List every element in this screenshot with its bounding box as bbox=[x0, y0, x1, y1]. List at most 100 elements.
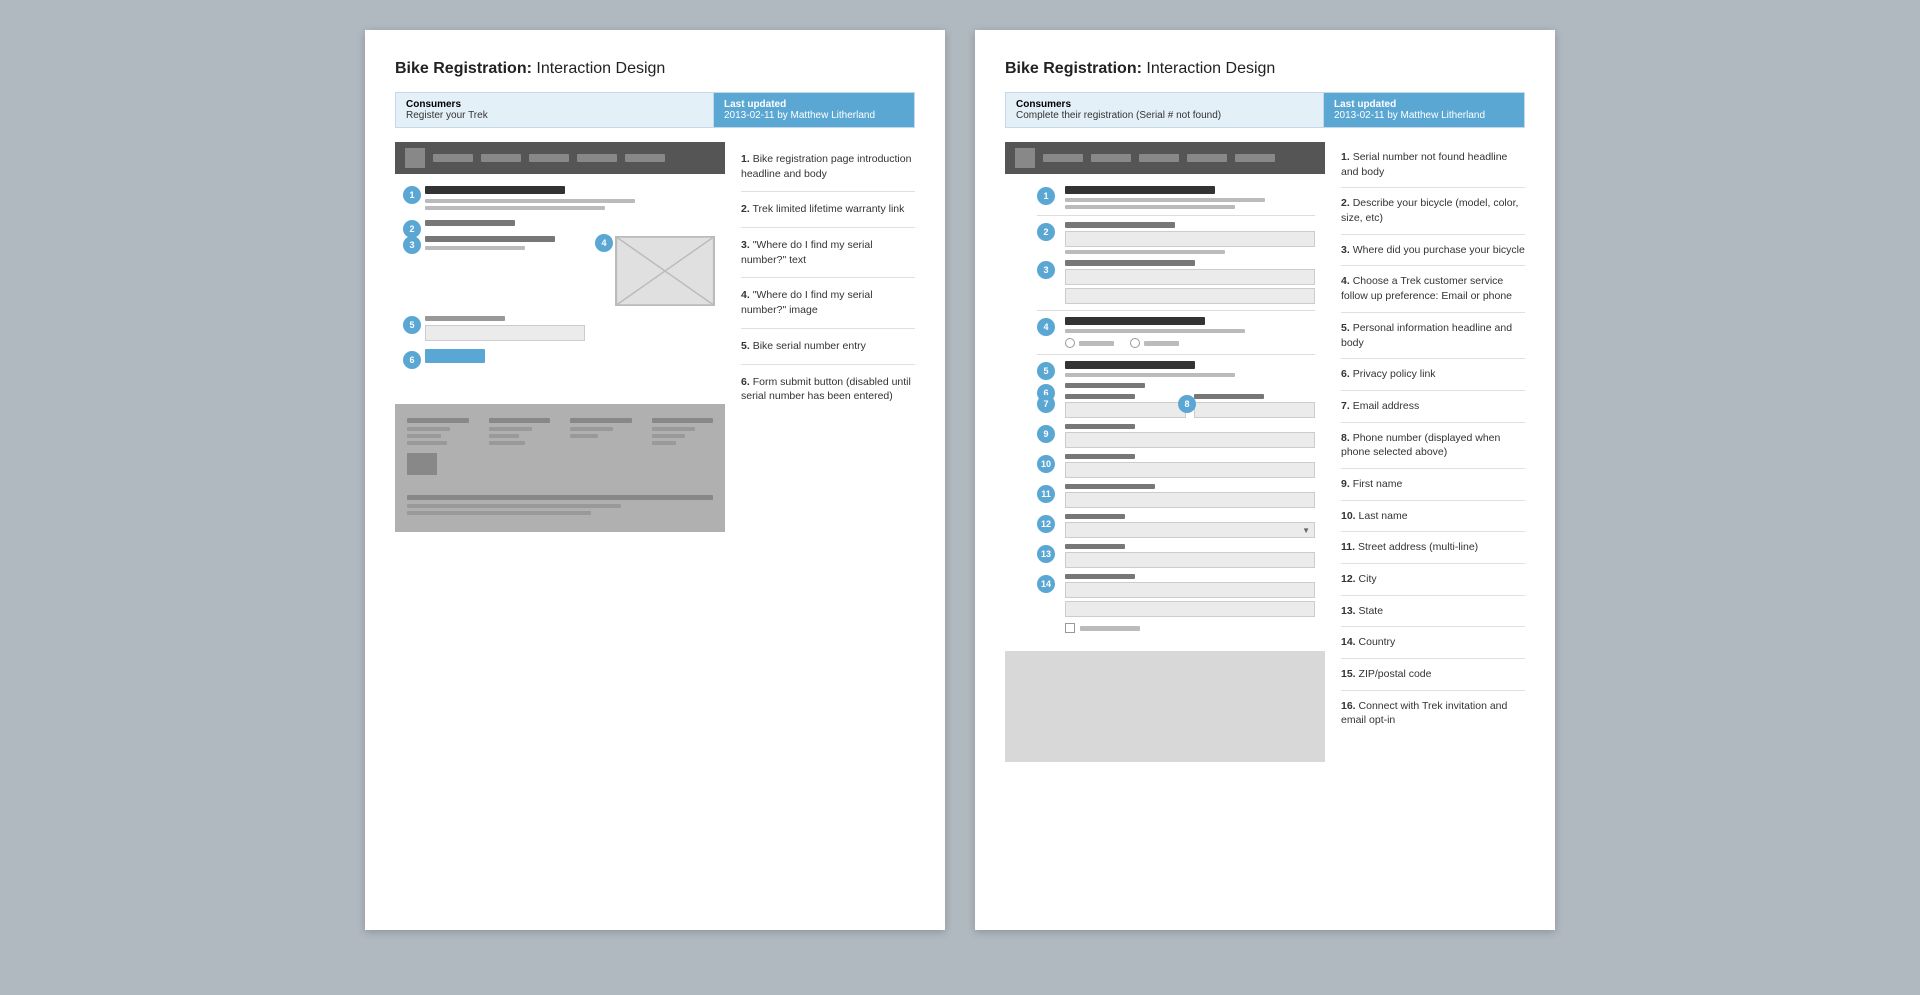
right-note-10: 10. Last name bbox=[1341, 501, 1525, 533]
rform-divider-2 bbox=[1037, 310, 1315, 311]
right-note-2: 2. Describe your bicycle (model, color, … bbox=[1341, 188, 1525, 234]
wf-nav-right bbox=[1005, 142, 1325, 174]
radio-phone[interactable] bbox=[1130, 338, 1140, 348]
rform-row-3: 3 bbox=[1037, 260, 1315, 304]
rform-row-6: 6 bbox=[1037, 383, 1315, 388]
rform-input-13[interactable] bbox=[1065, 552, 1315, 568]
wf-line-1b bbox=[425, 206, 605, 210]
rform-row-2: 2 bbox=[1037, 222, 1315, 254]
left-note-6: 6. Form submit button (disabled until se… bbox=[741, 365, 915, 414]
right-notes: 1. Serial number not found headline and … bbox=[1325, 142, 1525, 762]
rform-line-2 bbox=[1065, 250, 1225, 254]
wf-image-svg bbox=[616, 237, 714, 305]
rform-label-9 bbox=[1065, 424, 1135, 429]
rbadge-5: 5 bbox=[1037, 362, 1055, 380]
rbadge-4: 4 bbox=[1037, 318, 1055, 336]
rform-line-1a bbox=[1065, 198, 1265, 202]
rform-input-8[interactable] bbox=[1194, 402, 1315, 418]
wf-image-4 bbox=[615, 236, 715, 306]
wf-footer-box bbox=[407, 453, 437, 475]
rbadge-10: 10 bbox=[1037, 455, 1055, 473]
wf-rnav-4 bbox=[1187, 154, 1227, 162]
rbadge-8: 8 bbox=[1178, 395, 1196, 413]
rform-input-2[interactable] bbox=[1065, 231, 1315, 247]
rform-label-13 bbox=[1065, 544, 1125, 549]
left-wireframe-wrap: 1 2 3 bbox=[395, 142, 725, 532]
wf-button-6[interactable] bbox=[425, 349, 485, 363]
rform-header-4 bbox=[1065, 317, 1205, 325]
rform-input-10[interactable] bbox=[1065, 462, 1315, 478]
right-note-1: 1. Serial number not found headline and … bbox=[1341, 142, 1525, 188]
wf-footer-left bbox=[395, 404, 725, 532]
rbadge-12: 12 bbox=[1037, 515, 1055, 533]
wf-rnav-3 bbox=[1139, 154, 1179, 162]
rform-radios-4 bbox=[1065, 338, 1315, 348]
wf-row-6: 6 bbox=[425, 349, 715, 363]
wf-footer-line3 bbox=[570, 418, 632, 423]
left-meta-section: Consumers Register your Trek bbox=[396, 93, 714, 127]
rform-input-14b[interactable] bbox=[1065, 601, 1315, 617]
right-note-11: 11. Street address (multi-line) bbox=[1341, 532, 1525, 564]
rform-col-7 bbox=[1065, 394, 1186, 418]
wf-footer-sline1 bbox=[407, 427, 450, 431]
rform-select-12[interactable]: ▼ bbox=[1065, 522, 1315, 538]
radio-email[interactable] bbox=[1065, 338, 1075, 348]
rform-input-7[interactable] bbox=[1065, 402, 1186, 418]
rform-input-3b[interactable] bbox=[1065, 288, 1315, 304]
left-note-2: 2. Trek limited lifetime warranty link bbox=[741, 192, 915, 228]
left-note-5: 5. Bike serial number entry bbox=[741, 329, 915, 365]
badge-6: 6 bbox=[403, 351, 421, 369]
wf-logo-right bbox=[1015, 148, 1035, 168]
rbadge-14: 14 bbox=[1037, 575, 1055, 593]
rform-row-4: 4 bbox=[1037, 317, 1315, 348]
wf-footer-inner bbox=[395, 404, 725, 532]
rform-line-4 bbox=[1065, 329, 1245, 333]
right-meta-section: Consumers Complete their registration (S… bbox=[1006, 93, 1324, 127]
right-consumers-label: Consumers bbox=[1016, 99, 1313, 110]
rform-row-11: 11 bbox=[1037, 484, 1315, 508]
radio-email-label bbox=[1079, 341, 1114, 346]
rform-input-3[interactable] bbox=[1065, 269, 1315, 285]
rform-label-10 bbox=[1065, 454, 1135, 459]
rform-checkbox-16[interactable] bbox=[1065, 623, 1075, 633]
rform-input-14[interactable] bbox=[1065, 582, 1315, 598]
rform-row-check bbox=[1037, 623, 1315, 633]
left-note-4: 4. "Where do I find my serial number?" i… bbox=[741, 278, 915, 328]
rform-input-9[interactable] bbox=[1065, 432, 1315, 448]
wf-line-3 bbox=[425, 246, 525, 250]
right-updated-label: Last updated bbox=[1334, 99, 1514, 110]
rbadge-11: 11 bbox=[1037, 485, 1055, 503]
rform-header-5 bbox=[1065, 361, 1195, 369]
rbadge-7: 7 bbox=[1037, 395, 1055, 413]
rform-divider-3 bbox=[1037, 354, 1315, 355]
rform-label-8 bbox=[1194, 394, 1264, 399]
rform-label-2 bbox=[1065, 222, 1175, 228]
wf-col-4: 4 bbox=[615, 236, 715, 306]
wf-input-1 bbox=[425, 186, 565, 194]
rbadge-13: 13 bbox=[1037, 545, 1055, 563]
rform-row-13: 13 bbox=[1037, 544, 1315, 568]
wf-footer-sline7 bbox=[570, 427, 613, 431]
rbadge-9: 9 bbox=[1037, 425, 1055, 443]
right-note-8: 8. Phone number (displayed when phone se… bbox=[1341, 423, 1525, 469]
rform-input-11[interactable] bbox=[1065, 492, 1315, 508]
wf-footer-sline10 bbox=[652, 434, 686, 438]
wf-footer-col3 bbox=[570, 418, 632, 475]
wf-nav-item5 bbox=[625, 154, 665, 162]
rform-divider-1 bbox=[1037, 215, 1315, 216]
wf-footer-sline9 bbox=[652, 427, 695, 431]
wf-nav-left bbox=[395, 142, 725, 174]
rform-check-label-16 bbox=[1080, 626, 1140, 631]
wf-footer-sline13 bbox=[407, 511, 591, 515]
wf-right-body: 1 2 3 bbox=[1005, 174, 1325, 651]
right-note-14: 14. Country bbox=[1341, 627, 1525, 659]
wf-input-5[interactable] bbox=[425, 325, 585, 341]
wf-footer-line4 bbox=[652, 418, 714, 423]
rform-label-12 bbox=[1065, 514, 1125, 519]
wf-link-2 bbox=[425, 220, 515, 226]
right-note-12: 12. City bbox=[1341, 564, 1525, 596]
rform-row-9: 9 bbox=[1037, 424, 1315, 448]
wf-footer-col4 bbox=[652, 418, 714, 475]
badge-3: 3 bbox=[403, 236, 421, 254]
rform-line-5 bbox=[1065, 373, 1235, 377]
